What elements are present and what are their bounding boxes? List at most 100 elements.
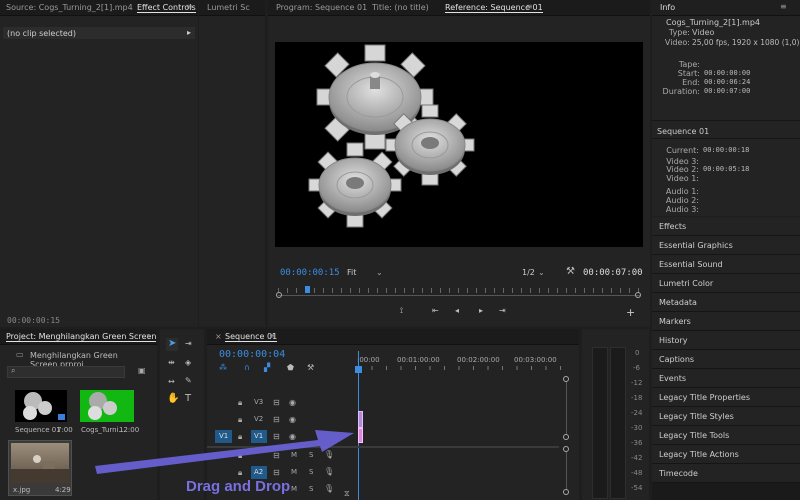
eye-icon[interactable]: ◉: [289, 415, 296, 424]
lift-icon[interactable]: ⟟: [400, 306, 403, 316]
room-photo-image: [11, 455, 69, 483]
selection-tool-icon[interactable]: ➤: [168, 338, 176, 349]
timeline-settings-icon[interactable]: ⚒: [307, 363, 314, 372]
program-timecode[interactable]: 00:00:00:15: [280, 268, 340, 278]
sync-lock-icon[interactable]: ⊟: [273, 432, 280, 441]
project-item-sequence[interactable]: Sequence 01 7:00: [13, 390, 73, 435]
resolution-dropdown[interactable]: 1/2: [522, 268, 535, 277]
new-bin-icon[interactable]: ▣: [138, 366, 146, 375]
in-point-handle[interactable]: [276, 292, 282, 298]
lock-icon[interactable]: 🔒︎: [238, 468, 242, 478]
panel-markers[interactable]: Markers: [652, 312, 800, 331]
project-search-input[interactable]: [7, 366, 125, 378]
ruler-label: 00:03:00:00: [514, 356, 557, 364]
tab-program[interactable]: Program: Sequence 01: [276, 3, 367, 12]
info-current-label: Current:: [666, 146, 699, 155]
tab-source[interactable]: Source: Cogs_Turning_2[1].mp4: [6, 3, 133, 12]
step-forward-icon[interactable]: ⇥: [499, 306, 506, 315]
resolution-chevron-icon[interactable]: ⌄: [538, 268, 545, 277]
info-divider: [652, 120, 800, 121]
solo-button[interactable]: S: [309, 485, 313, 493]
lock-icon[interactable]: 🔒︎: [238, 398, 242, 408]
razor-tool-icon[interactable]: ◈: [185, 358, 191, 367]
sync-lock-icon[interactable]: ⊟: [273, 415, 280, 424]
panel-legacy-title-tools[interactable]: Legacy Title Tools: [652, 426, 800, 445]
menu-icon[interactable]: ≡: [186, 2, 193, 11]
panel-legacy-title-actions[interactable]: Legacy Title Actions: [652, 445, 800, 464]
expand-icon[interactable]: »: [146, 331, 151, 340]
panel-essential-sound[interactable]: Essential Sound: [652, 255, 800, 274]
fit-chevron-icon[interactable]: ⌄: [376, 268, 383, 277]
type-tool-icon[interactable]: T: [185, 393, 191, 404]
wrench-icon[interactable]: ⚒: [566, 266, 575, 277]
mute-button[interactable]: M: [291, 451, 297, 459]
project-item-cogs-clip[interactable]: Cogs_Turni... 12:00: [77, 390, 139, 435]
scrollbar-track[interactable]: [566, 452, 567, 489]
lock-icon[interactable]: 🔒︎: [238, 415, 242, 425]
mute-button[interactable]: M: [291, 485, 297, 493]
menu-icon[interactable]: ≡: [269, 331, 276, 340]
panel-metadata[interactable]: Metadata: [652, 293, 800, 312]
mic-icon[interactable]: 🎙︎: [324, 467, 334, 476]
play-arrow-icon[interactable]: ▸: [187, 28, 191, 37]
pen-tool-icon[interactable]: ✎: [185, 376, 192, 385]
fit-dropdown[interactable]: Fit: [347, 268, 356, 277]
zoom-slider-icon[interactable]: ⧖: [344, 489, 350, 499]
tab-lumetri-scopes[interactable]: Lumetri Sc: [207, 3, 250, 12]
eye-icon[interactable]: ◉: [289, 432, 296, 441]
out-point-handle[interactable]: [635, 292, 641, 298]
v2-clip[interactable]: [358, 411, 363, 428]
sync-lock-icon[interactable]: ⊟: [273, 398, 280, 407]
hand-tool-icon[interactable]: ✋: [167, 393, 179, 404]
track-select-tool-icon[interactable]: ⇥: [185, 339, 192, 348]
rewind-icon[interactable]: ◂: [455, 306, 459, 315]
ripple-edit-tool-icon[interactable]: ⇹: [168, 358, 175, 367]
marker-icon[interactable]: ⬟: [287, 363, 294, 372]
play-icon[interactable]: ▸: [479, 306, 483, 315]
track-v2: 🔒︎ V2 ⊟ ◉: [207, 412, 559, 429]
linked-selection-icon[interactable]: ∩: [244, 363, 250, 372]
solo-button[interactable]: S: [309, 468, 313, 476]
sync-lock-icon[interactable]: ⊟: [273, 468, 280, 477]
timeline-timecode[interactable]: 00:00:00:04: [219, 349, 285, 360]
mic-icon[interactable]: 🎙︎: [324, 484, 334, 493]
drag-drop-caption: Drag and Drop: [186, 478, 291, 495]
mic-icon[interactable]: 🎙︎: [324, 450, 334, 459]
panel-lumetri-color[interactable]: Lumetri Color: [652, 274, 800, 293]
scrollbar-track[interactable]: [566, 382, 567, 434]
program-scrub-bar[interactable]: [276, 286, 641, 299]
panel-events[interactable]: Events: [652, 369, 800, 388]
panel-legacy-title-styles[interactable]: Legacy Title Styles: [652, 407, 800, 426]
eye-icon[interactable]: ◉: [289, 398, 296, 407]
v1-clip[interactable]: [358, 428, 363, 443]
tab-title[interactable]: Title: (no title): [372, 3, 429, 12]
meter-label: 0: [635, 349, 640, 357]
panel-timecode[interactable]: Timecode: [652, 464, 800, 483]
panel-legacy-title-properties[interactable]: Legacy Title Properties: [652, 388, 800, 407]
panel-effects[interactable]: Effects: [652, 217, 800, 236]
menu-icon[interactable]: ≡: [526, 2, 533, 11]
step-back-icon[interactable]: ⇤: [432, 306, 439, 315]
slip-tool-icon[interactable]: ↔: [168, 377, 175, 386]
lock-icon[interactable]: 🔒︎: [238, 432, 242, 442]
snap-icon[interactable]: ⁂: [219, 363, 227, 372]
playhead-marker[interactable]: [305, 286, 310, 293]
panel-essential-graphics[interactable]: Essential Graphics: [652, 236, 800, 255]
panel-history[interactable]: History: [652, 331, 800, 350]
menu-icon[interactable]: ≡: [780, 2, 787, 11]
zoom-scroll-handle[interactable]: [563, 489, 569, 495]
panel-captions[interactable]: Captions: [652, 350, 800, 369]
mute-button[interactable]: M: [291, 468, 297, 476]
sync-lock-icon[interactable]: ⊟: [273, 451, 280, 460]
playhead-head[interactable]: [355, 366, 362, 373]
add-marker-icon[interactable]: ▞: [264, 363, 270, 372]
track-label: V1: [254, 432, 264, 440]
project-item-image[interactable]: x.jpg 4:29: [8, 440, 72, 496]
lock-icon[interactable]: 🔒︎: [238, 451, 242, 461]
tab-info[interactable]: Info: [660, 3, 675, 12]
tab-project[interactable]: Project: Menghilangkan Green Screen: [6, 332, 157, 342]
solo-button[interactable]: S: [309, 451, 313, 459]
add-button-icon[interactable]: +: [626, 306, 635, 319]
zoom-scroll-handle[interactable]: [563, 434, 569, 440]
timeline-close-icon[interactable]: ×: [215, 332, 222, 341]
